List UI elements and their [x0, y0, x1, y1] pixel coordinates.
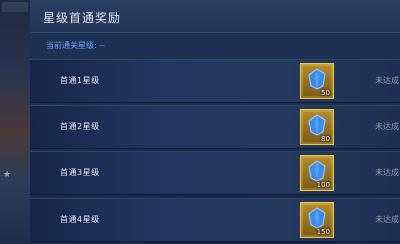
reward-item-slot[interactable]: 100 [300, 155, 334, 191]
reward-quantity: 80 [321, 135, 330, 143]
reward-row-label: 首通3星级 [60, 168, 100, 177]
blue-gem-icon [308, 160, 326, 182]
reward-item-slot[interactable]: 50 [300, 63, 334, 99]
reward-row: 首通4星级 150 未达成 [30, 198, 400, 242]
first-clear-reward-panel: 星级首通奖励 当前通关星级: -- 首通1星级 50 未达成 首通2星级 80 … [30, 0, 400, 244]
panel-title: 星级首通奖励 [43, 11, 122, 25]
current-star-level-value: -- [99, 41, 106, 50]
blue-gem-icon [308, 114, 326, 136]
reward-row: 首通1星级 50 未达成 [30, 59, 400, 103]
current-star-level: 当前通关星级: -- [46, 40, 105, 51]
reward-quantity: 100 [316, 181, 330, 189]
reward-quantity: 150 [316, 228, 330, 236]
reward-status: 未达成 [375, 168, 399, 177]
reward-status: 未达成 [375, 76, 399, 85]
background-fragment [2, 2, 28, 12]
reward-item-slot[interactable]: 150 [300, 202, 334, 238]
star-icon: ★ [3, 170, 12, 180]
reward-row: 首通3星级 100 未达成 [30, 151, 400, 195]
blue-gem-icon [308, 207, 326, 229]
reward-status: 未达成 [375, 122, 399, 131]
reward-item-slot[interactable]: 80 [300, 109, 334, 145]
reward-quantity: 50 [321, 89, 330, 97]
panel-header: 星级首通奖励 [30, 0, 400, 33]
reward-row-label: 首通1星级 [60, 76, 100, 85]
current-star-level-label: 当前通关星级: [46, 41, 97, 50]
reward-row-label: 首通4星级 [60, 215, 100, 224]
background-left-edge: ★ [0, 0, 32, 244]
blue-gem-icon [308, 68, 326, 90]
reward-row-label: 首通2星级 [60, 122, 100, 131]
reward-row: 首通2星级 80 未达成 [30, 105, 400, 149]
reward-status: 未达成 [375, 215, 399, 224]
